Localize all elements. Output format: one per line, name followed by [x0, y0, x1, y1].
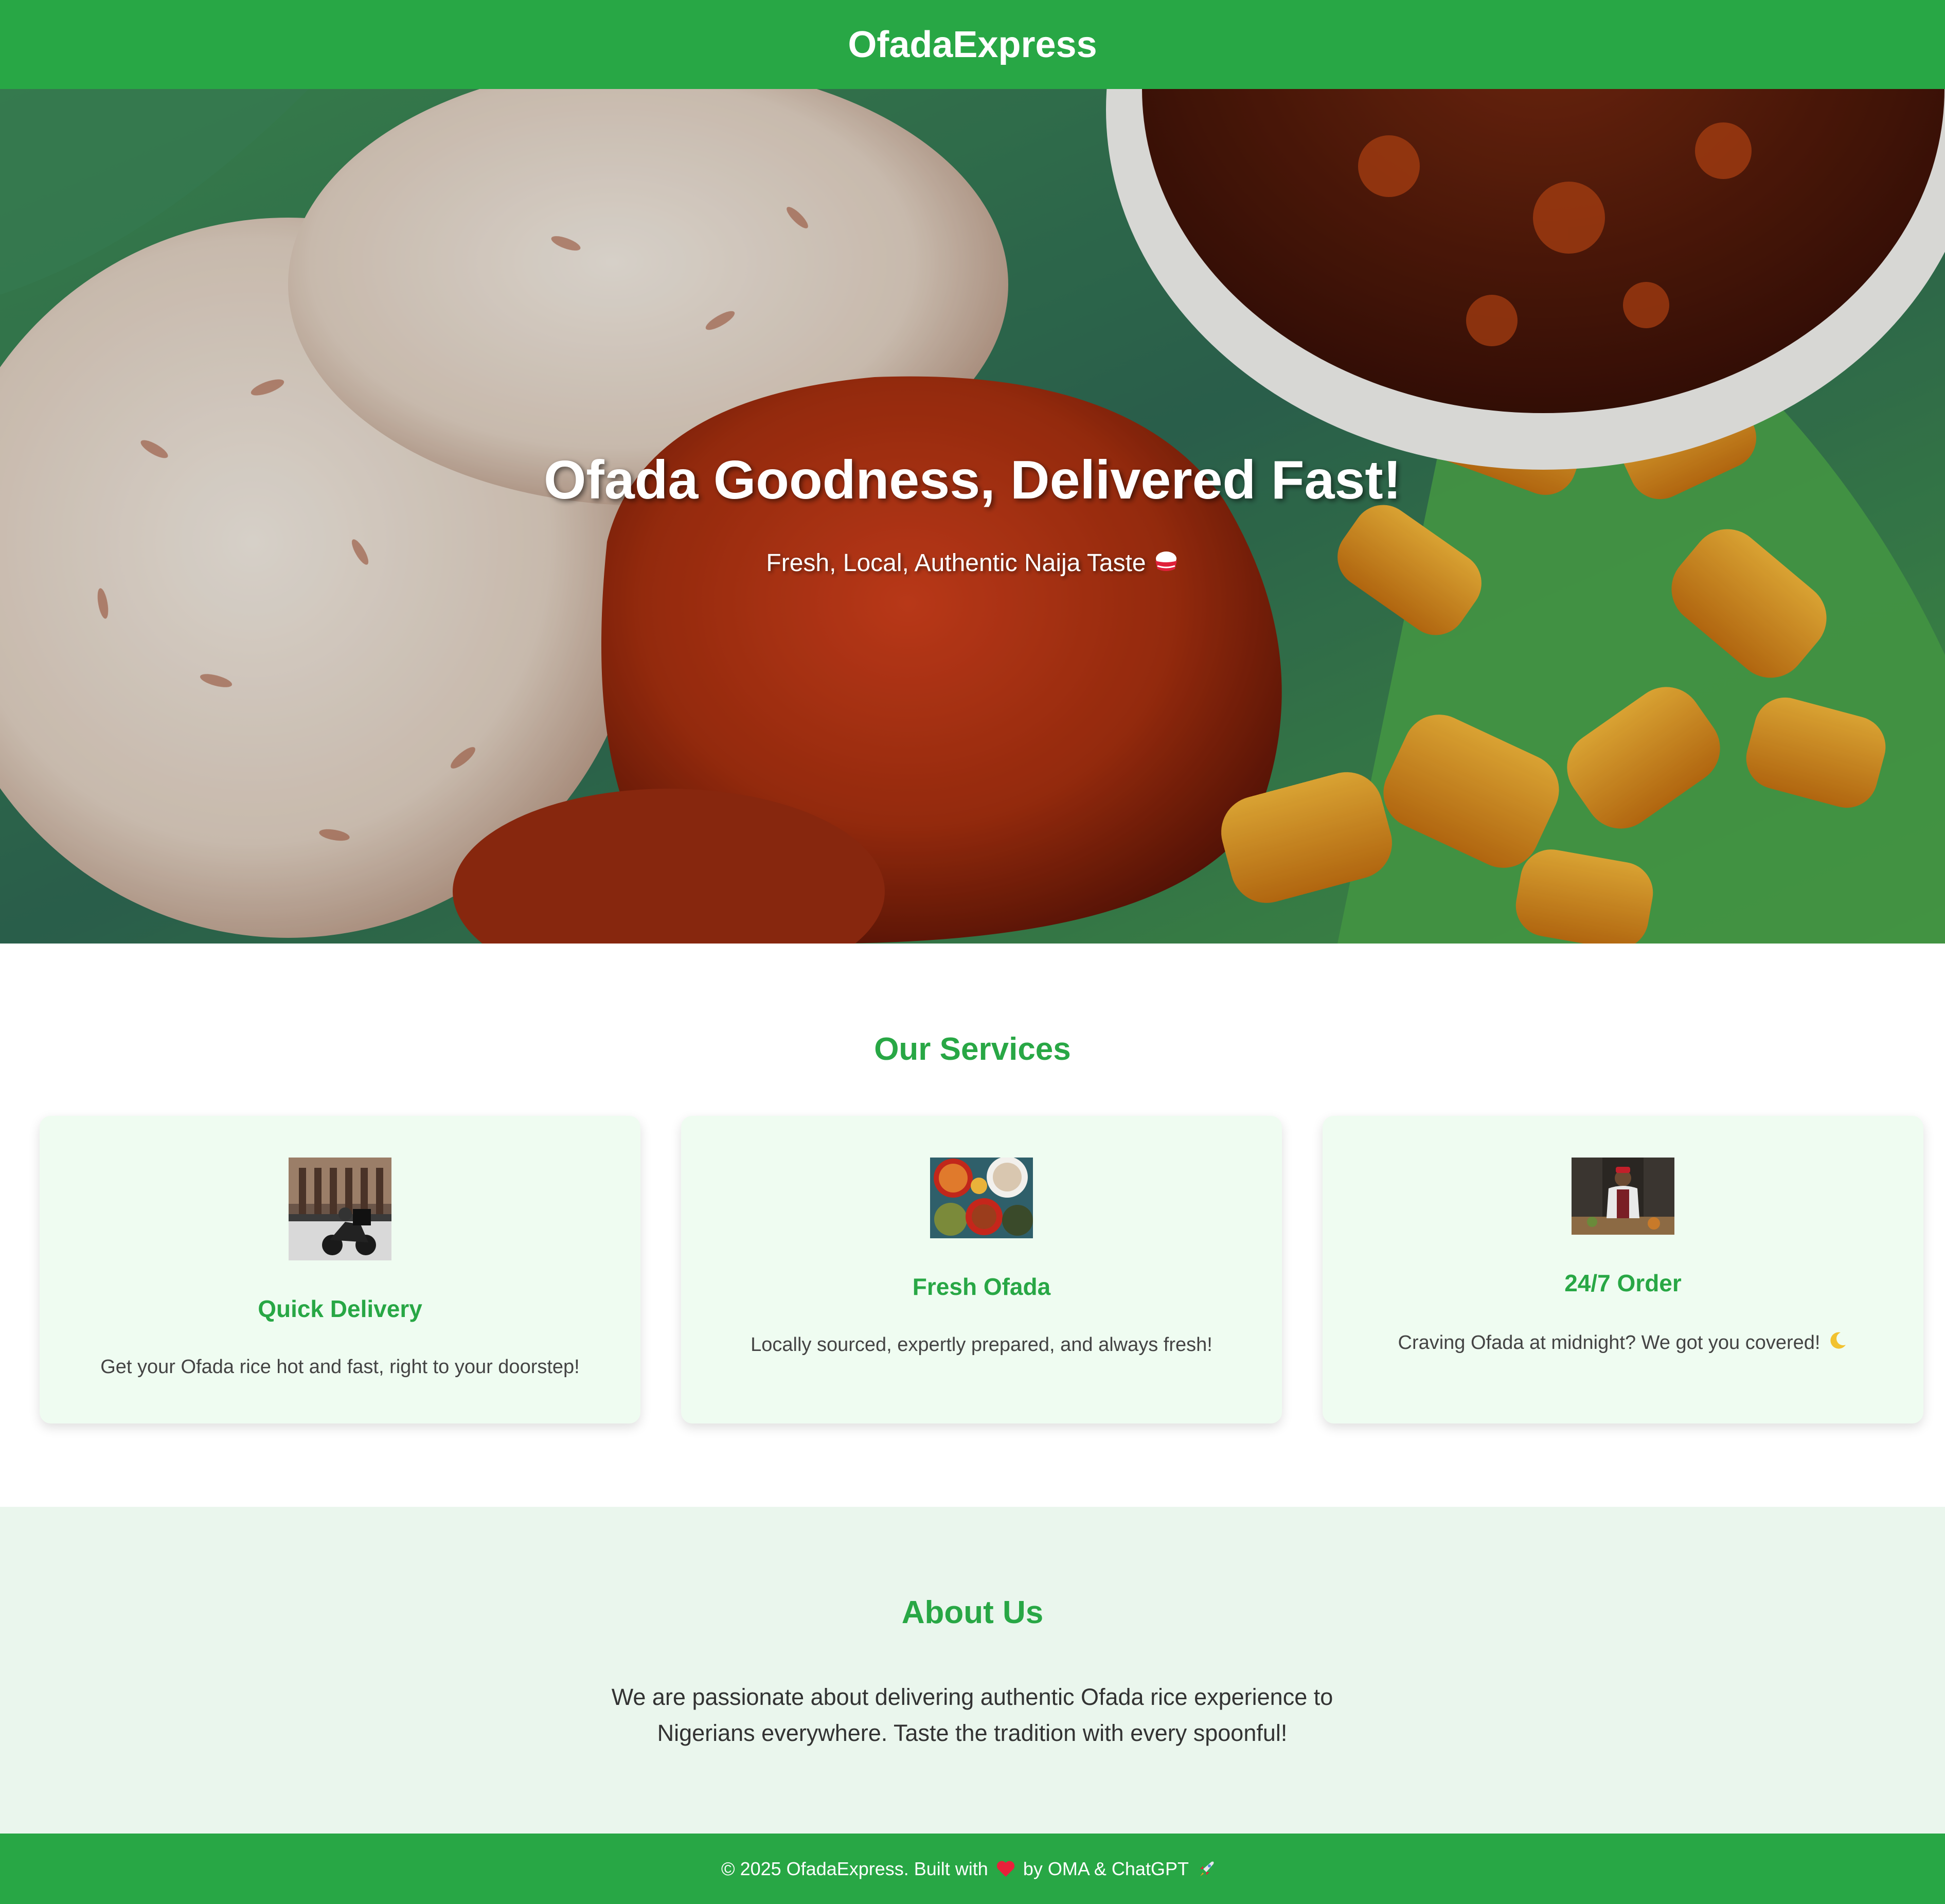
footer-text-after: by OMA & ChatGPT: [1023, 1858, 1189, 1879]
service-card-text: Get your Ofada rice hot and fast, right …: [100, 1356, 580, 1378]
service-card-text: Locally sourced, expertly prepared, and …: [751, 1334, 1212, 1356]
hero-title: Ofada Goodness, Delivered Fast!: [543, 450, 1401, 510]
hero-subtitle-text: Fresh, Local, Authentic Naija Taste: [766, 549, 1146, 577]
about-title: About Us: [901, 1595, 1044, 1630]
delivery-rider-image: [289, 1158, 391, 1260]
service-card-title: 24/7 Order: [1564, 1270, 1682, 1296]
heart-icon: [996, 1860, 1014, 1877]
hero-banner: Ofada Goodness, Delivered Fast! Fresh, L…: [0, 89, 1945, 944]
hero-subtitle: Fresh, Local, Authentic Naija Taste: [0, 548, 1945, 577]
service-card-title: Fresh Ofada: [912, 1273, 1051, 1300]
services-section: Our Services Quick Delivery Get your Ofa…: [0, 944, 1945, 1507]
hero-content: Ofada Goodness, Delivered Fast! Fresh, L…: [0, 89, 1945, 944]
service-card-title: Quick Delivery: [258, 1295, 422, 1322]
rocket-icon: [1200, 1861, 1214, 1876]
moon-icon: [1830, 1332, 1846, 1349]
services-title: Our Services: [874, 1031, 1071, 1067]
site-footer: © 2025 OfadaExpress. Built with by OMA &…: [0, 1834, 1945, 1904]
footer-text-before: © 2025 OfadaExpress. Built with: [721, 1858, 988, 1879]
food-platter-image: [930, 1158, 1033, 1238]
service-card-quick-delivery: Quick Delivery Get your Ofada rice hot a…: [40, 1116, 640, 1423]
service-card-text: Craving Ofada at midnight? We got you co…: [1323, 1330, 1923, 1354]
service-card-24-7-order: 24/7 Order Craving Ofada at midnight? We…: [1323, 1116, 1923, 1423]
about-text: We are passionate about delivering authe…: [611, 1684, 1333, 1746]
brand-title[interactable]: OfadaExpress: [848, 24, 1097, 66]
about-section: About Us We are passionate about deliver…: [0, 1507, 1945, 1834]
service-card-fresh-ofada: Fresh Ofada Locally sourced, expertly pr…: [681, 1116, 1282, 1423]
service-card-text-content: Craving Ofada at midnight? We got you co…: [1398, 1332, 1821, 1354]
chef-image: [1572, 1158, 1674, 1235]
rice-bowl-icon: [1155, 551, 1177, 571]
site-header: OfadaExpress: [0, 0, 1945, 89]
